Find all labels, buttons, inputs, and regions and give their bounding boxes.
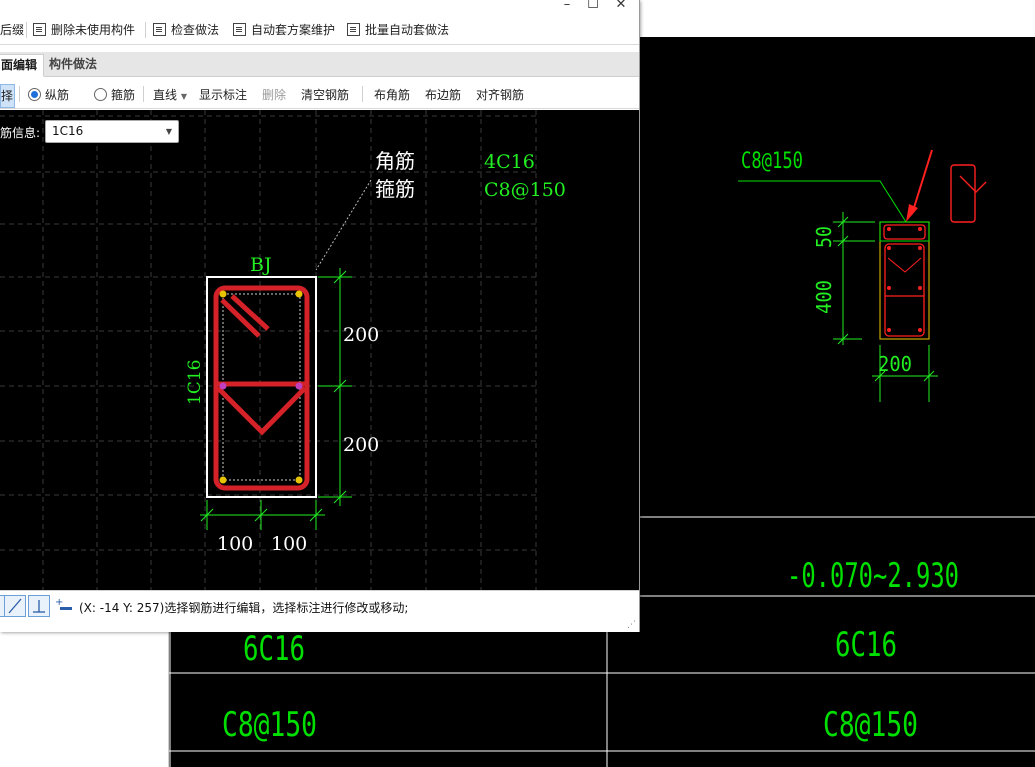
close-icon[interactable]: ✕ bbox=[610, 0, 632, 14]
corner-rebar-value[interactable]: 4C16 bbox=[484, 151, 535, 173]
diamond-tie[interactable] bbox=[216, 386, 307, 436]
oblique-line-icon[interactable] bbox=[4, 595, 26, 617]
minimize-icon[interactable]: – bbox=[556, 0, 578, 14]
dim-horizontal-left[interactable]: 100 bbox=[217, 533, 253, 555]
check-method-button[interactable]: 检查做法 bbox=[153, 21, 219, 39]
cad-dim-50: 50 bbox=[812, 226, 836, 248]
chevron-down-icon: ▼ bbox=[180, 92, 187, 101]
perpendicular-icon[interactable] bbox=[28, 595, 50, 617]
toolbar-divider bbox=[143, 86, 144, 102]
grid-lines bbox=[0, 110, 538, 590]
check-method-label: 检查做法 bbox=[171, 23, 220, 37]
section-name[interactable]: BJ bbox=[250, 254, 272, 276]
toolbar-divider bbox=[145, 22, 146, 38]
tab-bar: 面编辑 构件做法 bbox=[0, 52, 639, 77]
cad-stirrup-right: C8@150 bbox=[823, 705, 918, 745]
radio-unchecked-icon bbox=[94, 88, 107, 101]
list-delete-icon bbox=[33, 23, 46, 36]
cad-stirrup-label: C8@150 bbox=[741, 149, 803, 174]
dialog-titlebar[interactable]: – ☐ ✕ bbox=[0, 0, 639, 14]
auto-scheme-button[interactable]: 自动套方案维护 bbox=[233, 21, 335, 39]
edit-toolbar: 择 纵筋 箍筋 直线 ▼ 显示标注 删除 清空钢筋 布角筋 布边筋 对齐钢筋 bbox=[0, 80, 639, 109]
side-rebar-point[interactable] bbox=[219, 382, 227, 390]
line-label: 直线 bbox=[153, 88, 178, 102]
dim-horizontal-right[interactable]: 100 bbox=[271, 533, 307, 555]
show-annotation-button[interactable]: 显示标注 bbox=[199, 86, 247, 104]
toolbar-divider bbox=[26, 22, 27, 38]
side-rebar-label[interactable]: 1C16 bbox=[185, 360, 205, 405]
clear-rebar-button[interactable]: 清空钢筋 bbox=[301, 86, 349, 104]
horizontal-dimension bbox=[200, 500, 325, 530]
corner-rebar-button[interactable]: 布角筋 bbox=[374, 86, 410, 104]
stirrup-rebar-value[interactable]: C8@150 bbox=[484, 179, 566, 201]
document-gear-icon bbox=[233, 23, 246, 36]
suffix-label: 后缀 bbox=[0, 23, 25, 37]
cad-elevation: -0.070~2.930 bbox=[787, 556, 959, 596]
dim-vertical-bottom[interactable]: 200 bbox=[343, 434, 379, 456]
select-button[interactable]: 择 bbox=[0, 84, 15, 108]
delete-unused-button[interactable]: 删除未使用构件 bbox=[33, 21, 135, 39]
suffix-button[interactable]: 后缀 bbox=[0, 21, 24, 39]
cad-long-bar-left: 6C16 bbox=[243, 629, 305, 669]
line-dropdown[interactable]: 直线 ▼ bbox=[153, 86, 187, 104]
status-bar: + (X: -14 Y: 257)选择钢筋进行编辑，选择标注进行修改或移动; ⋰ bbox=[0, 590, 639, 632]
left-panel bbox=[0, 632, 169, 767]
stirrup-radio[interactable]: 箍筋 bbox=[94, 86, 135, 104]
top-toolbar: 后缀 删除未使用构件 检查做法 自动套方案维护 批量自动套做法 bbox=[0, 16, 639, 45]
align-rebar-button[interactable]: 对齐钢筋 bbox=[476, 86, 524, 104]
cad-stirrup-left: C8@150 bbox=[222, 705, 317, 745]
longitudinal-label: 纵筋 bbox=[45, 88, 70, 102]
leader-line bbox=[315, 179, 372, 271]
stirrup-label: 箍筋 bbox=[111, 88, 136, 102]
svg-text:+: + bbox=[55, 597, 63, 608]
section-drawing[interactable]: 角筋 4C16 箍筋 C8@150 BJ 200 200 100 100 1C1… bbox=[0, 110, 639, 590]
corner-rebar-label[interactable]: 角筋 bbox=[375, 149, 415, 173]
radio-checked-icon bbox=[28, 88, 41, 101]
maximize-icon[interactable]: ☐ bbox=[582, 0, 604, 14]
rebar-info-value: 1C16 bbox=[52, 124, 84, 138]
status-text: (X: -14 Y: 257)选择钢筋进行编辑，选择标注进行修改或移动; bbox=[79, 601, 409, 615]
check-list-icon bbox=[153, 23, 166, 36]
tab-section-edit[interactable]: 面编辑 bbox=[0, 54, 45, 77]
batch-icon bbox=[347, 23, 360, 36]
side-rebar-point[interactable] bbox=[295, 382, 303, 390]
delete-unused-label: 删除未使用构件 bbox=[51, 23, 136, 37]
select-label: 择 bbox=[1, 89, 14, 103]
cad-long-bar-right: 6C16 bbox=[835, 625, 897, 665]
section-canvas[interactable]: 角筋 4C16 箍筋 C8@150 BJ 200 200 100 100 1C1… bbox=[0, 110, 639, 590]
resize-grip-icon[interactable]: ⋰ bbox=[627, 620, 637, 630]
rebar-point[interactable] bbox=[219, 290, 227, 298]
add-annotation-icon[interactable]: + bbox=[53, 595, 75, 617]
chevron-down-icon: ▼ bbox=[165, 127, 172, 136]
dim-vertical-top[interactable]: 200 bbox=[343, 324, 379, 346]
longitudinal-radio[interactable]: 纵筋 bbox=[28, 86, 69, 104]
rebar-info-dropdown[interactable]: 1C16 ▼ bbox=[45, 120, 179, 143]
stirrup-rebar-label[interactable]: 箍筋 bbox=[375, 177, 415, 201]
tab-component-method[interactable]: 构件做法 bbox=[43, 54, 103, 75]
batch-auto-button[interactable]: 批量自动套做法 bbox=[347, 21, 449, 39]
outer-stirrup[interactable] bbox=[213, 285, 310, 491]
vertical-dimension bbox=[318, 268, 352, 506]
batch-auto-label: 批量自动套做法 bbox=[365, 23, 450, 37]
auto-scheme-label: 自动套方案维护 bbox=[251, 23, 336, 37]
edge-rebar-button[interactable]: 布边筋 bbox=[425, 86, 461, 104]
toolbar-divider bbox=[19, 86, 20, 102]
toolbar-divider bbox=[362, 86, 363, 102]
rebar-point[interactable] bbox=[295, 290, 303, 298]
cad-dim-400: 400 bbox=[812, 280, 836, 314]
rebar-info-label: 筋信息: bbox=[0, 126, 41, 140]
section-editor-dialog: – ☐ ✕ 后缀 删除未使用构件 检查做法 自动套方案维护 批量自动套做法 面编… bbox=[0, 0, 640, 632]
rebar-point[interactable] bbox=[219, 476, 227, 484]
cad-dim-200: 200 bbox=[878, 352, 912, 376]
rebar-point[interactable] bbox=[295, 476, 303, 484]
delete-button[interactable]: 删除 bbox=[262, 86, 286, 104]
